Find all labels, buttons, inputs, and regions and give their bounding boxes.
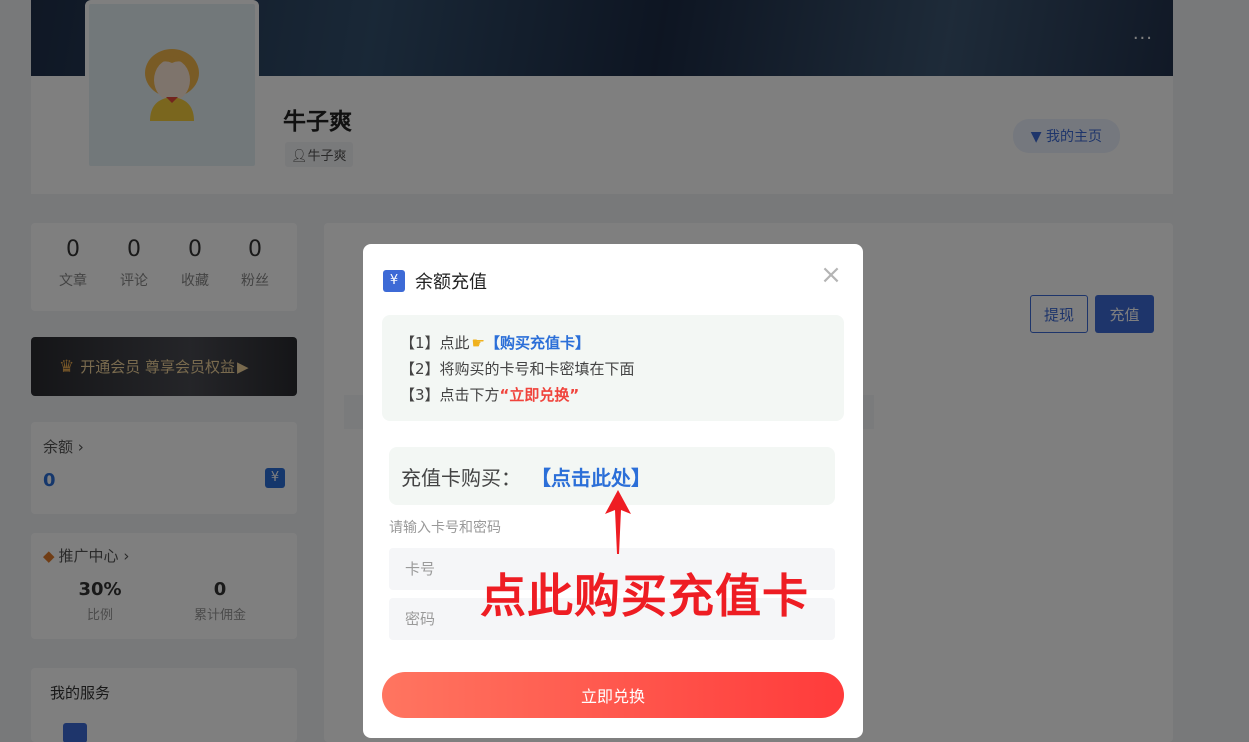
step-1: 【1】点此 ☛【购买充值卡】 (400, 330, 826, 356)
step-3: 【3】点击下方“立即兑换” (400, 382, 826, 408)
instruction-steps: 【1】点此 ☛【购买充值卡】 【2】将购买的卡号和卡密填在下面 【3】点击下方“立… (382, 315, 844, 421)
input-hint: 请输入卡号和密码 (389, 520, 501, 536)
modal-title: 余额充值 (415, 272, 487, 293)
pointing-hand-icon: ☛ (471, 334, 485, 352)
wallet-icon: ¥ (383, 270, 405, 292)
annotation-arrow-icon (605, 490, 631, 554)
annotation-text: 点此购买充值卡 (480, 569, 809, 623)
step-3-highlight: “立即兑换” (499, 386, 580, 404)
modal-header: ¥ 余额充值 (383, 268, 487, 294)
step-2: 【2】将购买的卡号和卡密填在下面 (400, 360, 635, 378)
card-purchase-label: 充值卡购买： (401, 465, 521, 490)
step-3-text: 【3】点击下方 (400, 386, 500, 404)
close-icon[interactable]: × (819, 262, 843, 288)
step-1-text: 【1】点此 (400, 334, 470, 352)
click-here-link[interactable]: 【点击此处】 (531, 462, 651, 491)
redeem-now-button[interactable]: 立即兑换 (382, 672, 844, 718)
buy-card-link[interactable]: 【购买充值卡】 (485, 334, 590, 352)
